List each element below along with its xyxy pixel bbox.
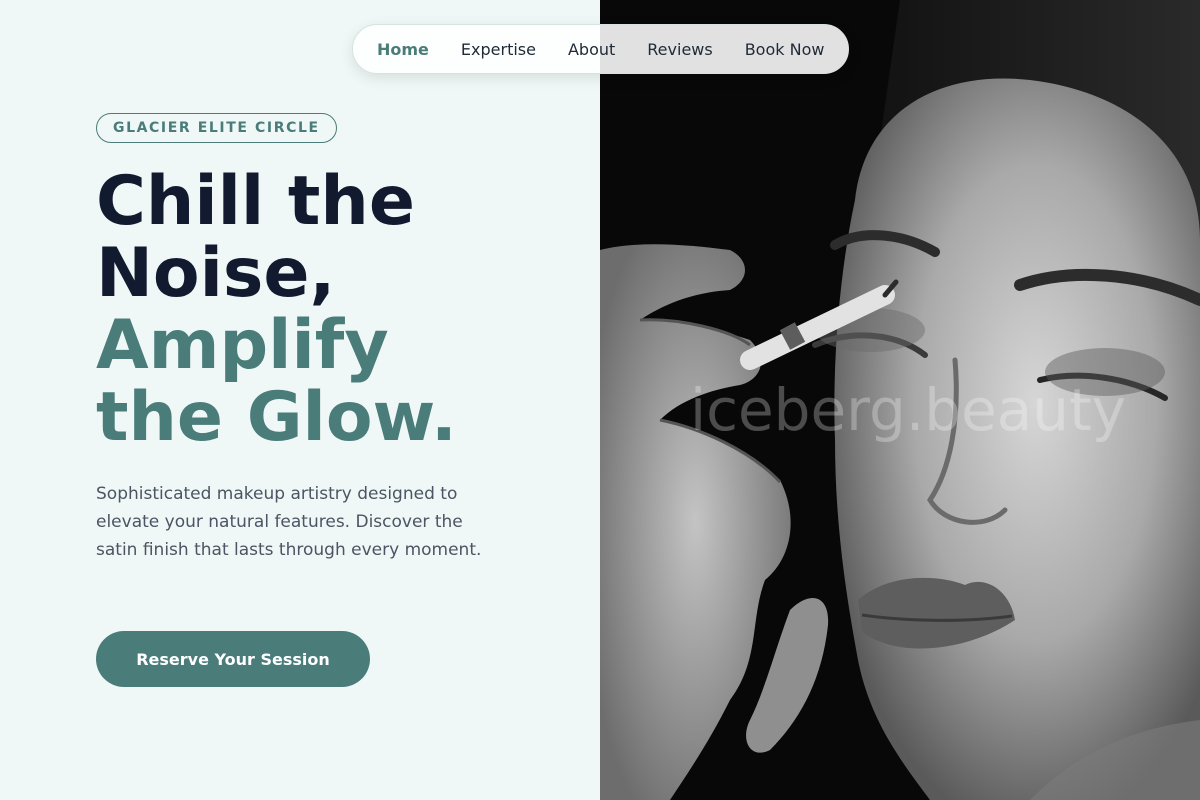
- headline-line-3: Amplify: [96, 306, 389, 385]
- headline-line-1: Chill the: [96, 162, 415, 241]
- headline-line-2: Noise,: [96, 234, 336, 313]
- nav-item-reviews[interactable]: Reviews: [647, 40, 712, 59]
- hero-left-panel: GLACIER ELITE CIRCLE Chill the Noise, Am…: [0, 0, 600, 800]
- nav-item-book-now[interactable]: Book Now: [745, 40, 825, 59]
- nav-item-home[interactable]: Home: [377, 40, 429, 59]
- main-navigation: Home Expertise About Reviews Book Now: [352, 24, 849, 74]
- hero-photo: iceberg.beauty: [600, 0, 1200, 800]
- hero-headline: Chill the Noise, Amplify the Glow.: [96, 166, 457, 454]
- hero-description: Sophisticated makeup artistry designed t…: [96, 484, 482, 560]
- nav-item-expertise[interactable]: Expertise: [461, 40, 536, 59]
- nav-item-about[interactable]: About: [568, 40, 615, 59]
- reserve-session-button[interactable]: Reserve Your Session: [96, 631, 370, 687]
- hero-badge: GLACIER ELITE CIRCLE: [96, 113, 337, 143]
- headline-line-4: the Glow.: [96, 378, 457, 457]
- photo-watermark: iceberg.beauty: [690, 376, 1127, 444]
